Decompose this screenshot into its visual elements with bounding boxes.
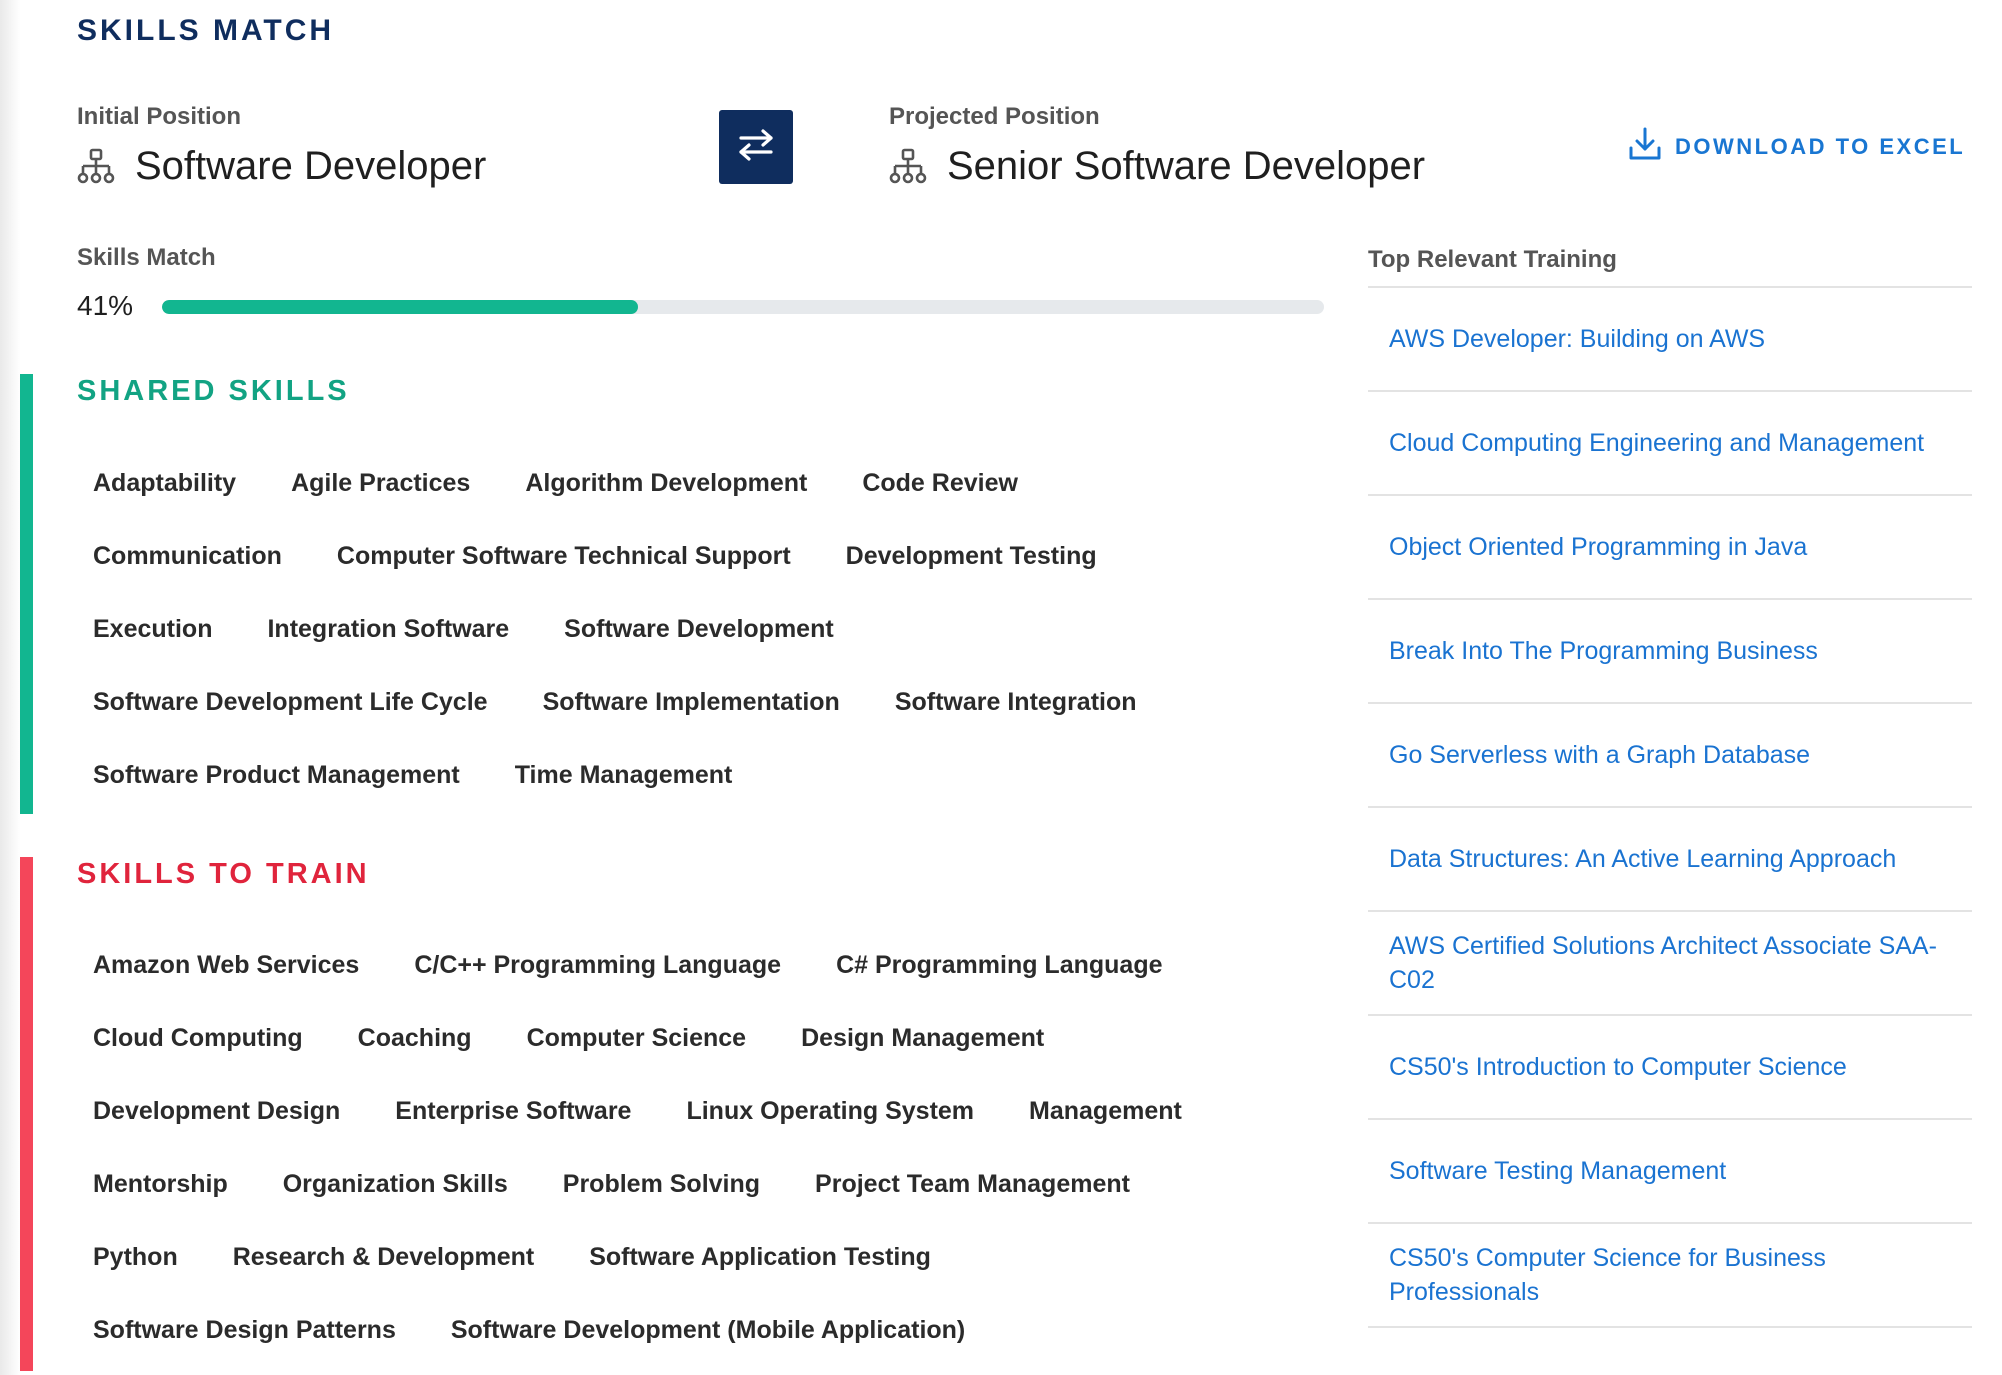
training-link[interactable]: AWS Certified Solutions Architect Associ…: [1389, 929, 1952, 997]
training-item: AWS Certified Solutions Architect Associ…: [1368, 912, 1972, 1016]
training-link[interactable]: CS50's Computer Science for Business Pro…: [1389, 1241, 1952, 1309]
skills-to-train-section: SKILLS TO TRAIN Amazon Web Services C/C++…: [20, 857, 1320, 1371]
training-link[interactable]: Break Into The Programming Business: [1389, 634, 1818, 668]
training-link[interactable]: CS50's Introduction to Computer Science: [1389, 1050, 1847, 1084]
skills-to-train-title: SKILLS TO TRAIN: [77, 858, 370, 890]
shared-skill-chip: Algorithm Development: [525, 469, 808, 497]
training-link[interactable]: AWS Developer: Building on AWS: [1389, 322, 1765, 356]
projected-position-value: Senior Software Developer: [889, 144, 1425, 189]
download-label: DOWNLOAD TO EXCEL: [1675, 133, 1966, 159]
train-skill-chip: C/C++ Programming Language: [414, 951, 782, 979]
training-link[interactable]: Go Serverless with a Graph Database: [1389, 738, 1810, 772]
shared-skill-chip: Software Development: [564, 615, 834, 643]
skills-match-progress-fill: [162, 300, 639, 314]
shared-skill-chip: Software Integration: [894, 688, 1137, 716]
skills-match-label: Skills Match: [77, 244, 216, 271]
skills-to-train-list: Amazon Web Services C/C++ Programming Lan…: [93, 929, 1313, 1375]
skills-match-page: SKILLS MATCH Initial Position Software D…: [0, 0, 2002, 1375]
initial-position-value: Software Developer: [77, 144, 486, 189]
shared-skills-accent-bar: [20, 374, 33, 814]
skills-match-percent: 41%: [77, 290, 134, 321]
skills-to-train-accent-bar: [20, 857, 33, 1371]
training-list: AWS Developer: Building on AWS Cloud Comp…: [1368, 286, 1972, 1328]
train-skill-chip: Coaching: [357, 1024, 472, 1052]
shared-skill-chip: Computer Software Technical Support: [336, 542, 791, 570]
shared-skill-chip: Software Product Management: [93, 761, 460, 789]
training-link[interactable]: Software Testing Management: [1389, 1154, 1726, 1188]
projected-position-label: Projected Position: [889, 103, 1100, 130]
train-skill-chip: Organization Skills: [282, 1170, 508, 1198]
shared-skill-chip: Software Implementation: [542, 688, 840, 716]
shared-skill-chip: Agile Practices: [291, 469, 471, 497]
org-chart-icon: [77, 148, 115, 186]
training-item: Cloud Computing Engineering and Manageme…: [1368, 392, 1972, 496]
shared-skill-chip: Communication: [93, 542, 282, 570]
training-link[interactable]: Cloud Computing Engineering and Manageme…: [1389, 426, 1924, 460]
training-item: Go Serverless with a Graph Database: [1368, 704, 1972, 808]
swap-positions-button[interactable]: [719, 110, 793, 184]
swap-arrows-icon: [736, 125, 776, 170]
train-skill-chip: Project Team Management: [815, 1170, 1130, 1198]
training-item: CS50's Introduction to Computer Science: [1368, 1016, 1972, 1120]
download-icon: [1627, 126, 1663, 167]
train-skill-chip: Python: [93, 1243, 178, 1271]
train-skill-chip: Management: [1029, 1097, 1182, 1125]
train-skill-chip: Linux Operating System: [686, 1097, 975, 1125]
training-item: Data Structures: An Active Learning Appr…: [1368, 808, 1972, 912]
initial-position: Initial Position Software Developer: [77, 100, 486, 189]
shared-skills-title: SHARED SKILLS: [77, 375, 350, 407]
page-title: SKILLS MATCH: [77, 14, 335, 47]
train-skill-chip: Mentorship: [93, 1170, 228, 1198]
org-chart-icon: [889, 148, 927, 186]
training-item: Object Oriented Programming in Java: [1368, 496, 1972, 600]
projected-position-title: Senior Software Developer: [947, 144, 1426, 188]
training-item: Software Testing Management: [1368, 1120, 1972, 1224]
initial-position-title: Software Developer: [135, 144, 487, 188]
train-skill-chip: Cloud Computing: [93, 1024, 303, 1052]
train-skill-chip: Research & Development: [232, 1243, 535, 1271]
shared-skills-list: Adaptability Agile Practices Algorithm Dev…: [93, 447, 1313, 812]
shared-skills-section: SHARED SKILLS Adaptability Agile Practice…: [20, 374, 1320, 814]
skills-match-progress-track: [162, 300, 1324, 314]
projected-position: Projected Position Senior Software Devel…: [889, 100, 1425, 189]
train-skill-chip: Development Design: [93, 1097, 341, 1125]
training-item: AWS Developer: Building on AWS: [1368, 288, 1972, 392]
shared-skill-chip: Time Management: [514, 761, 733, 789]
shared-skill-chip: Software Development Life Cycle: [93, 688, 488, 716]
shared-skill-chip: Development Testing: [845, 542, 1097, 570]
train-skill-chip: Software Development (Mobile Application…: [450, 1316, 966, 1344]
training-link[interactable]: Data Structures: An Active Learning Appr…: [1389, 842, 1896, 876]
shared-skill-chip: Code Review: [862, 469, 1018, 497]
training-link[interactable]: Object Oriented Programming in Java: [1389, 530, 1807, 564]
train-skill-chip: Amazon Web Services: [93, 951, 360, 979]
training-title: Top Relevant Training: [1368, 246, 1617, 273]
train-skill-chip: Problem Solving: [562, 1170, 761, 1198]
top-relevant-training: Top Relevant Training AWS Developer: Bui…: [1368, 240, 1972, 1328]
train-skill-chip: Computer Science: [526, 1024, 747, 1052]
train-skill-chip: Enterprise Software: [395, 1097, 632, 1125]
train-skill-chip: User Experience Design: [93, 1367, 379, 1375]
train-skill-chip: Software Application Testing: [589, 1243, 931, 1271]
left-edge-shadow: [0, 0, 20, 1375]
shared-skill-chip: Integration Software: [267, 615, 510, 643]
shared-skill-chip: Execution: [93, 615, 213, 643]
training-item: CS50's Computer Science for Business Pro…: [1368, 1224, 1972, 1328]
initial-position-label: Initial Position: [77, 103, 242, 130]
train-skill-chip: Software Design Patterns: [93, 1316, 396, 1344]
shared-skill-chip: Adaptability: [93, 469, 237, 497]
download-to-excel-button[interactable]: DOWNLOAD TO EXCEL: [1627, 126, 1965, 167]
train-skill-chip: C# Programming Language: [836, 951, 1163, 979]
training-item: Break Into The Programming Business: [1368, 600, 1972, 704]
train-skill-chip: Design Management: [801, 1024, 1045, 1052]
